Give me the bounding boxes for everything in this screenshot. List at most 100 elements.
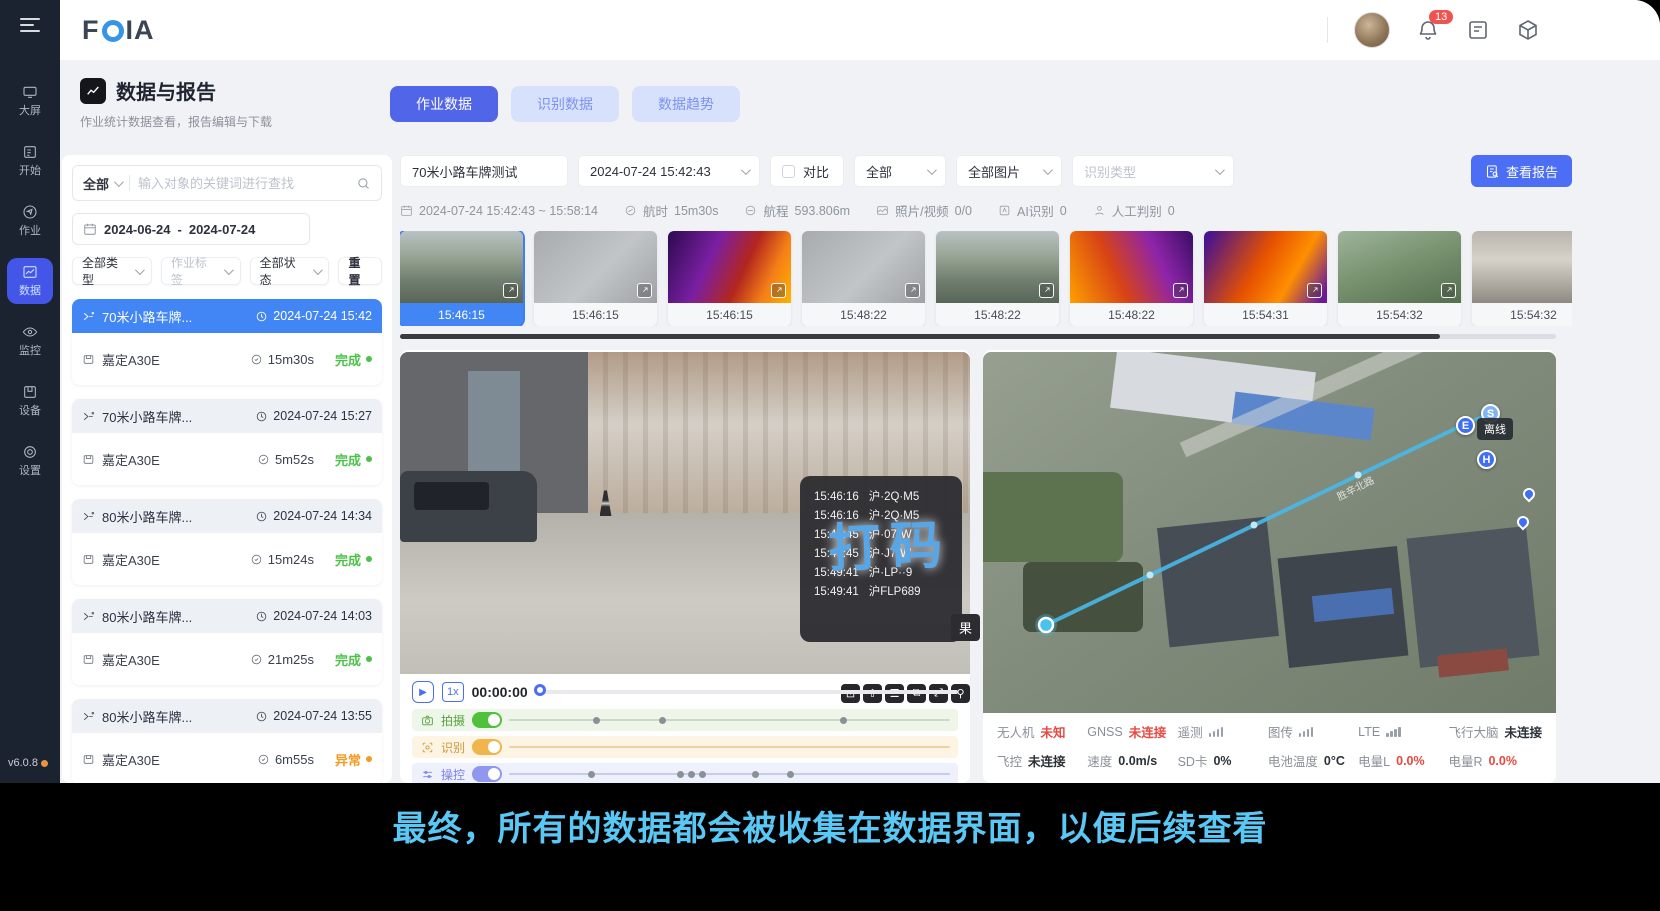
seek-handle[interactable]: [534, 684, 546, 696]
tab-data-trends[interactable]: 数据趋势: [632, 86, 740, 122]
type-select[interactable]: 全部类型: [72, 257, 152, 285]
speed-button[interactable]: 1x: [442, 682, 464, 702]
job-name: 80米小路车牌...: [102, 507, 192, 526]
sidebar-item-label: 监控: [19, 342, 41, 358]
thumbnail[interactable]: 15:54:31: [1204, 231, 1327, 326]
seek-bar[interactable]: [536, 690, 958, 694]
divider: [129, 175, 130, 191]
sidebar-item-start[interactable]: 开始: [7, 138, 53, 184]
chevron-down-icon: [313, 265, 323, 275]
documents-button[interactable]: [1466, 18, 1490, 42]
job-card[interactable]: 80米小路车牌... 2024-07-24 14:03 嘉定A30E 21m25…: [72, 599, 382, 685]
thumbnail[interactable]: 15:46:15: [668, 231, 791, 326]
play-button[interactable]: ▶: [412, 681, 434, 703]
sidebar-item-bigscreen[interactable]: 大屏: [7, 78, 53, 124]
status-select[interactable]: 全部状态: [250, 257, 330, 285]
document-icon: [1466, 18, 1490, 42]
expand-icon[interactable]: [1039, 283, 1054, 298]
tag-select[interactable]: 作业标签: [161, 257, 241, 285]
telemetry-grid: 无人机未知 GNSS未连接 遥测 图传 LTE 飞行大脑未连接 飞控未连接 速度…: [997, 722, 1542, 783]
reset-button[interactable]: 重置: [338, 257, 382, 285]
chevron-down-icon: [114, 177, 124, 187]
thumbnail[interactable]: 15:54:32: [1472, 231, 1572, 326]
media-select[interactable]: 全部图片: [956, 155, 1062, 187]
job-card[interactable]: 80米小路车牌... 2024-07-24 14:34 嘉定A30E 15m24…: [72, 499, 382, 585]
tab-recognition-data[interactable]: 识别数据: [511, 86, 619, 122]
expand-icon[interactable]: [1307, 283, 1322, 298]
job-card[interactable]: 70米小路车牌... 2024-07-24 15:27 嘉定A30E 5m52s…: [72, 399, 382, 485]
chart-icon: [22, 264, 38, 280]
thumbnail[interactable]: 15:48:22: [802, 231, 925, 326]
search-input[interactable]: [138, 176, 348, 191]
expand-icon[interactable]: [905, 283, 920, 298]
expand-icon[interactable]: [1173, 283, 1188, 298]
control-track[interactable]: [509, 773, 950, 775]
thumbnail[interactable]: 15:48:22: [1070, 231, 1193, 326]
duration-icon: [250, 653, 263, 666]
control-toggle[interactable]: [472, 766, 502, 782]
job-card[interactable]: 80米小路车牌... 2024-07-24 13:55 嘉定A30E 6m55s…: [72, 699, 382, 783]
apps-button[interactable]: [1516, 18, 1540, 42]
date-range-picker[interactable]: 2024-06-24 - 2024-07-24: [72, 213, 310, 245]
job-list: 70米小路车牌... 2024-07-24 15:42 嘉定A30E 15m30…: [72, 299, 382, 783]
expand-icon[interactable]: [503, 283, 518, 298]
thumbnail-scrollbar[interactable]: [400, 334, 1440, 339]
sidebar-item-label: 开始: [19, 162, 41, 178]
expand-icon[interactable]: [637, 283, 652, 298]
map-marker-home[interactable]: H: [1477, 450, 1496, 469]
data-tabs: 作业数据 识别数据 数据趋势: [390, 86, 740, 122]
flight-path: [983, 352, 1556, 713]
recognition-toggle[interactable]: [472, 739, 502, 755]
map-card: 胜辛北路 E S H 离线 无人机未知 GNSS未连接 遥测 图传 LTE 飞行…: [983, 350, 1556, 783]
expand-icon[interactable]: [1441, 283, 1456, 298]
view-report-button[interactable]: 查看报告: [1471, 155, 1572, 187]
job-card[interactable]: 70米小路车牌... 2024-07-24 15:42 嘉定A30E 15m30…: [72, 299, 382, 385]
thumbnail-scroll-track[interactable]: [400, 334, 1556, 339]
track-row-recognition: 识别: [412, 736, 958, 758]
compare-checkbox[interactable]: 对比: [770, 155, 844, 187]
flight-time-select[interactable]: 2024-07-24 15:42:43: [578, 155, 760, 187]
capture-toggle[interactable]: [472, 712, 502, 728]
sidebar: 大屏 开始 作业 数据 监控 设备: [0, 0, 60, 783]
sidebar-item-monitor[interactable]: 监控: [7, 318, 53, 364]
telemetry-cell: 飞行大脑未连接: [1448, 722, 1542, 741]
duration-icon: [250, 353, 263, 366]
thumbnail[interactable]: 15:54:32: [1338, 231, 1461, 326]
drone-icon: [82, 510, 95, 523]
scope-select[interactable]: 全部: [854, 155, 946, 187]
sidebar-item-missions[interactable]: 作业: [7, 198, 53, 244]
flight-map[interactable]: 胜辛北路 E S H 离线: [983, 352, 1556, 713]
recognition-track[interactable]: [509, 746, 950, 748]
sidebar-item-devices[interactable]: 设备: [7, 378, 53, 424]
expand-icon[interactable]: [771, 283, 786, 298]
app-window: 大屏 开始 作业 数据 监控 设备: [0, 0, 1660, 783]
job-time: 2024-07-24 15:27: [273, 409, 372, 423]
capture-track[interactable]: [509, 719, 950, 721]
person-icon: [1093, 204, 1106, 217]
header-divider: [1327, 17, 1328, 43]
thumbnail[interactable]: 15:46:15: [400, 231, 523, 326]
job-duration: 21m25s: [268, 652, 314, 667]
summary-flight-time: 航时15m30s: [624, 201, 719, 220]
sidebar-item-data[interactable]: 数据: [7, 258, 53, 304]
sidebar-item-label: 作业: [19, 222, 41, 238]
recognition-type-select[interactable]: 识别类型: [1072, 155, 1234, 187]
tab-job-data[interactable]: 作业数据: [390, 86, 498, 122]
track-row-control: 操控: [412, 763, 958, 783]
search-scope-select[interactable]: 全部: [83, 174, 121, 193]
thumbnail[interactable]: 15:46:15: [534, 231, 657, 326]
status-badge: 完成: [335, 450, 372, 469]
job-name-field[interactable]: 70米小路车牌测试: [400, 155, 568, 187]
hamburger-menu-icon[interactable]: [20, 18, 40, 32]
avatar[interactable]: [1354, 12, 1390, 48]
map-marker-end[interactable]: E: [1456, 416, 1475, 435]
job-device: 嘉定A30E: [102, 450, 160, 469]
app-logo: FIA: [82, 15, 155, 46]
notifications-button[interactable]: 13: [1416, 18, 1440, 42]
thumbnail[interactable]: 15:48:22: [936, 231, 1059, 326]
sidebar-item-settings[interactable]: 设置: [7, 438, 53, 484]
telemetry-cell: 无人机未知: [997, 722, 1087, 741]
job-list-panel: 全部 2024-06-24 - 2024-07-24 全部类型 作业标签 全部状…: [62, 155, 392, 783]
search-icon[interactable]: [356, 176, 371, 191]
subtitle-bar: 最终，所有的数据都会被收集在数据界面，以便后续查看: [0, 783, 1660, 911]
